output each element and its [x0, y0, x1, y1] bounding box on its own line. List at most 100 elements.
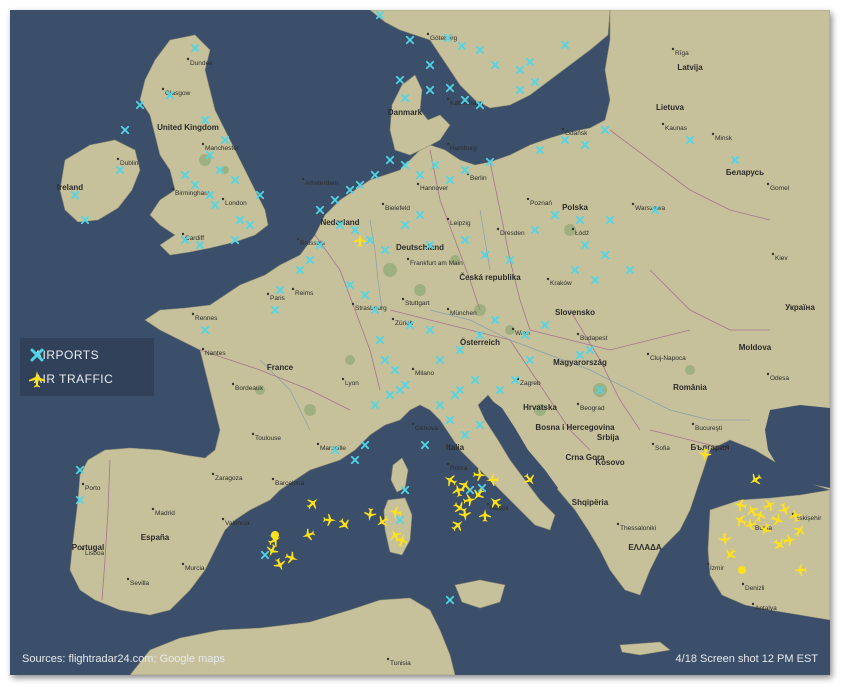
city-label: Kaunas	[665, 125, 688, 132]
country-label: ΕΛΛΑΔΑ	[628, 543, 662, 552]
city-label: Rennes	[195, 315, 218, 322]
city-label: Kiev	[775, 255, 788, 262]
city-label: Bucureşti	[695, 425, 722, 432]
city-dot	[711, 132, 715, 136]
city-label: Hamburg	[450, 145, 477, 152]
city-dot	[426, 32, 430, 36]
city-label: Göteborg	[430, 35, 457, 42]
europe-map[interactable]: Latvija Lietuva Беларусь Ireland United King…	[10, 10, 830, 675]
country-label: Lietuva	[656, 103, 685, 112]
city-label: Milano	[415, 370, 435, 377]
air-traffic-dot[interactable]	[738, 566, 746, 574]
city-dot	[446, 307, 450, 311]
city-label: Strasbourg	[355, 305, 387, 312]
city-dot	[646, 352, 650, 356]
city-label: Zaragoza	[215, 475, 243, 482]
country-label: Bosna i Hercegovina	[535, 423, 615, 432]
city-dot	[741, 582, 745, 586]
city-label: Tunisia	[390, 660, 411, 667]
city-label: Barcelona	[275, 480, 305, 487]
city-label: Dublin	[120, 160, 139, 167]
city-dot	[571, 227, 575, 231]
city-dot	[766, 372, 770, 376]
city-label: Berlin	[470, 175, 487, 182]
city-dot	[251, 432, 255, 436]
city-label: Poznań	[530, 200, 552, 207]
city-dot	[561, 127, 565, 131]
country-label: Polska	[562, 203, 588, 212]
country-label: Hrvatska	[523, 403, 557, 412]
city-label: Cluj-Napoca	[650, 355, 686, 362]
city-dot	[706, 562, 710, 566]
country-label: Ireland	[57, 183, 83, 192]
city-label: Thessaloniki	[620, 525, 656, 532]
city-label: Leipzig	[450, 220, 471, 227]
city-dot	[181, 562, 185, 566]
city-dot	[416, 182, 420, 186]
city-label: Kraków	[550, 280, 572, 287]
country-label: United Kingdom	[157, 123, 219, 132]
city-dot	[301, 177, 305, 181]
country-label: Deutschland	[396, 243, 444, 252]
country-label: România	[673, 383, 707, 392]
city-dot	[616, 522, 620, 526]
country-label: Danmark	[388, 108, 423, 117]
city-dot	[201, 142, 205, 146]
city-dot	[661, 122, 665, 126]
country-label: Moldova	[739, 343, 772, 352]
city-dot	[191, 312, 195, 316]
city-label: Stuttgart	[405, 300, 430, 307]
country-label: Latvija	[677, 63, 703, 72]
city-label: Paris	[270, 295, 286, 302]
city-dot	[526, 197, 530, 201]
country-label: Österreich	[460, 338, 500, 347]
city-dot	[221, 197, 225, 201]
city-label: Murcia	[185, 565, 205, 572]
city-label: Zagreb	[520, 380, 541, 387]
city-label: Manchester	[205, 145, 240, 152]
city-dot	[576, 402, 580, 406]
city-dot	[231, 382, 235, 386]
city-label: Nantes	[205, 350, 226, 357]
city-label: Porto	[85, 485, 101, 492]
air-traffic-dot[interactable]	[271, 531, 279, 539]
city-dot	[691, 422, 695, 426]
city-dot	[341, 377, 345, 381]
city-dot	[401, 297, 405, 301]
city-dot	[751, 602, 755, 606]
city-label: Lyon	[345, 380, 359, 387]
city-dot	[171, 187, 175, 191]
city-label: Roma	[450, 465, 468, 472]
city-label: Amsterdam	[305, 180, 338, 187]
city-dot	[81, 547, 85, 551]
city-label: İzmir	[710, 563, 725, 572]
city-label: Odesa	[770, 375, 790, 382]
city-dot	[671, 47, 675, 51]
city-dot	[411, 422, 415, 426]
city-label: München	[450, 310, 477, 317]
city-dot	[446, 462, 450, 466]
city-dot	[161, 87, 165, 91]
city-dot	[351, 302, 355, 306]
country-label: Kosovo	[595, 458, 624, 467]
city-label: Dundee	[190, 60, 213, 67]
city-dot	[406, 257, 410, 261]
city-dot	[771, 252, 775, 256]
city-dot	[211, 472, 215, 476]
city-dot	[486, 502, 490, 506]
city-dot	[496, 227, 500, 231]
city-dot	[151, 507, 155, 511]
city-label: Antalya	[755, 605, 777, 612]
city-dot	[181, 232, 185, 236]
country-label: Česká republika	[459, 273, 521, 282]
city-dot	[446, 97, 450, 101]
city-label: Valencia	[225, 520, 250, 527]
city-label: Rīga	[675, 50, 689, 57]
city-label: Beograd	[580, 405, 605, 412]
country-label: Shqipëria	[572, 498, 609, 507]
city-dot	[511, 327, 515, 331]
city-label: Toulouse	[255, 435, 281, 442]
legend-row-air-traffic: AIR TRAFFIC	[28, 370, 113, 388]
city-dot	[271, 477, 275, 481]
city-label: Sevilla	[130, 580, 150, 587]
